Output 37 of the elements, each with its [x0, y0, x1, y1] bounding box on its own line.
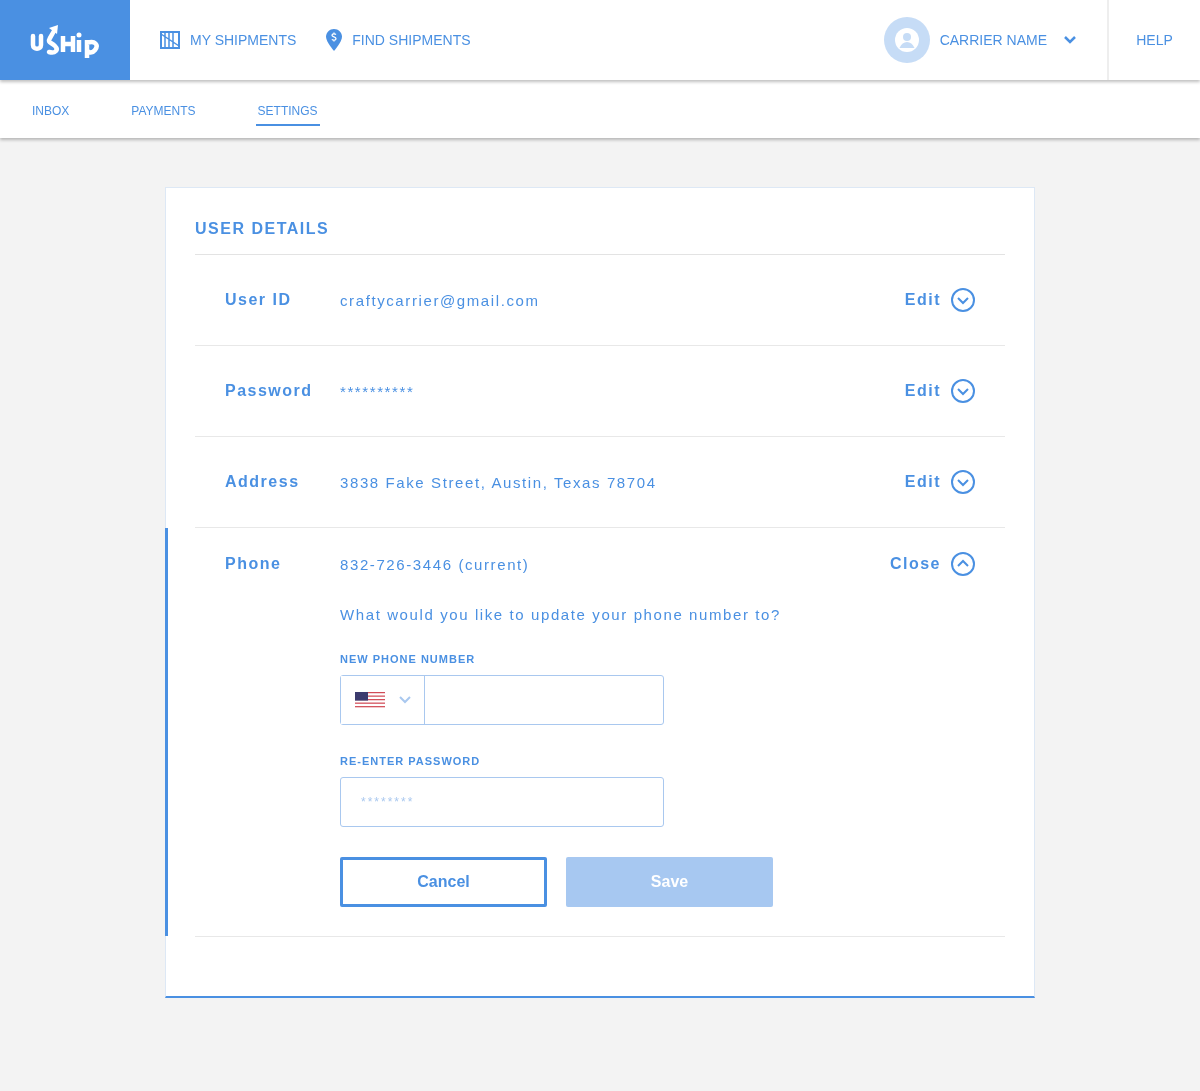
tab[interactable]: SETTINGS	[255, 98, 320, 126]
tab[interactable]: INBOX	[30, 98, 72, 126]
chevron-down-icon	[951, 379, 975, 403]
chevron-down-icon	[951, 470, 975, 494]
edit-button[interactable]: Edit	[904, 379, 975, 403]
edit-button[interactable]: Edit	[904, 470, 975, 494]
crate-icon	[160, 31, 180, 49]
section-title: USER DETAILS	[195, 208, 330, 255]
input-label: NEW PHONE NUMBER	[340, 653, 477, 665]
country-select[interactable]	[341, 676, 425, 724]
input-label: RE-ENTER PASSWORD	[340, 755, 482, 767]
logo[interactable]	[0, 0, 130, 80]
chevron-down-icon[interactable]	[1063, 35, 1077, 45]
nav-link[interactable]: FIND SHIPMENTS	[326, 0, 471, 80]
field-label: Phone	[225, 555, 283, 573]
field-value: 832-726-3446 (current)	[340, 555, 531, 573]
chevron-down-icon	[398, 696, 411, 704]
field-value: craftycarrier@gmail.com	[340, 291, 541, 309]
phone-input-field[interactable]	[340, 675, 664, 725]
nav-link[interactable]: MY SHIPMENTS	[160, 0, 297, 80]
logo-mark-drawing	[29, 22, 101, 58]
field-label: User ID	[225, 291, 293, 309]
field-label: Password	[225, 382, 314, 400]
chevron-down-icon	[951, 288, 975, 312]
prompt-text: What would you like to update your phone number to?	[340, 606, 782, 623]
user-name[interactable]: CARRIER NAME	[939, 32, 1047, 48]
chevron-up-icon	[951, 552, 975, 576]
flag-icon	[354, 692, 385, 708]
field-value: **********	[340, 382, 416, 400]
tab[interactable]: PAYMENTS	[129, 98, 198, 126]
field-label: Address	[225, 473, 301, 491]
edit-button[interactable]: Edit	[904, 288, 975, 312]
location-pin-icon	[326, 29, 343, 51]
password-input-field[interactable]: ********	[340, 777, 664, 827]
cancel-button[interactable]: Cancel	[340, 857, 547, 907]
close-button[interactable]: Close	[889, 552, 975, 576]
field-value: 3838 Fake Street, Austin, Texas 78704	[340, 473, 658, 491]
